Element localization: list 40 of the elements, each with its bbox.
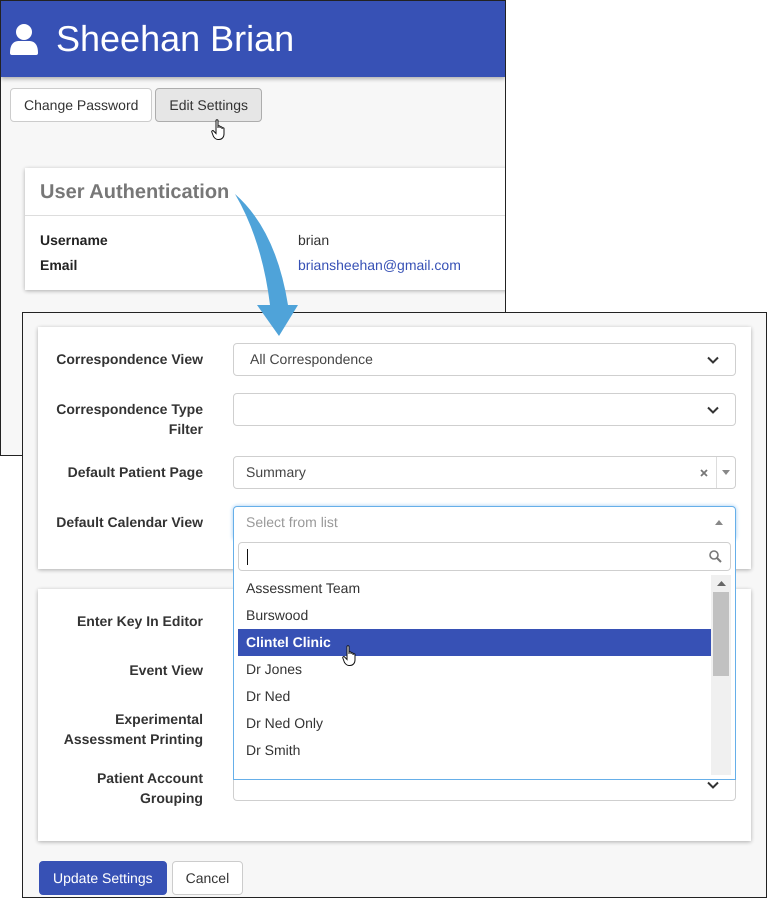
setting-label: Correspondence View [55,350,203,369]
scrollbar[interactable] [711,575,731,775]
caret-up-icon [715,520,723,525]
clear-icon[interactable] [700,468,708,476]
setting-label: Patient Account Grouping [96,769,203,808]
hand-cursor-icon [211,119,228,141]
chevron-down-icon [707,356,719,364]
list-option[interactable]: Assessment Team [238,575,711,602]
tab-button[interactable]: Change Password [10,88,152,122]
list-option[interactable]: Dr Ned Only [238,710,711,737]
field-label: Email [40,256,78,274]
update-button[interactable]: Update Settings [39,861,167,895]
list-option[interactable]: Dr Jones [238,656,711,683]
list-option[interactable]: Dr Smith [238,737,711,764]
email-link[interactable]: briansheehan@gmail.com [298,256,461,274]
field-value: brian [298,231,330,249]
hand-cursor-icon [342,645,358,667]
user-name: Sheehan Brian [56,17,294,61]
user-icon [10,23,38,55]
scroll-up-icon[interactable] [716,581,726,586]
card-title: User Authentication [40,180,230,204]
chevron-down-icon [707,406,719,414]
field-label: Username [40,231,109,249]
list-option[interactable]: Dr Ned [238,683,711,710]
setting-label: Enter Key In Editor [76,612,203,631]
caret-down-icon[interactable] [722,470,730,475]
scroll-thumb[interactable] [713,592,729,676]
search-input[interactable] [238,542,731,571]
setting-label: Default Calendar View [55,513,203,532]
select-field[interactable]: All Correspondence [233,343,736,376]
chevron-down-icon [707,780,719,788]
setting-label: Correspondence Type Filter [55,400,203,439]
cancel-button[interactable]: Cancel [172,861,244,895]
search-icon [709,550,722,563]
setting-label: Experimental Assessment Printing [62,710,203,749]
setting-label: Event View [128,661,203,680]
select-field[interactable]: Summary [233,456,736,489]
list-option[interactable]: Burswood [238,602,711,629]
select-field[interactable] [233,393,736,426]
setting-label: Default Patient Page [66,463,203,482]
